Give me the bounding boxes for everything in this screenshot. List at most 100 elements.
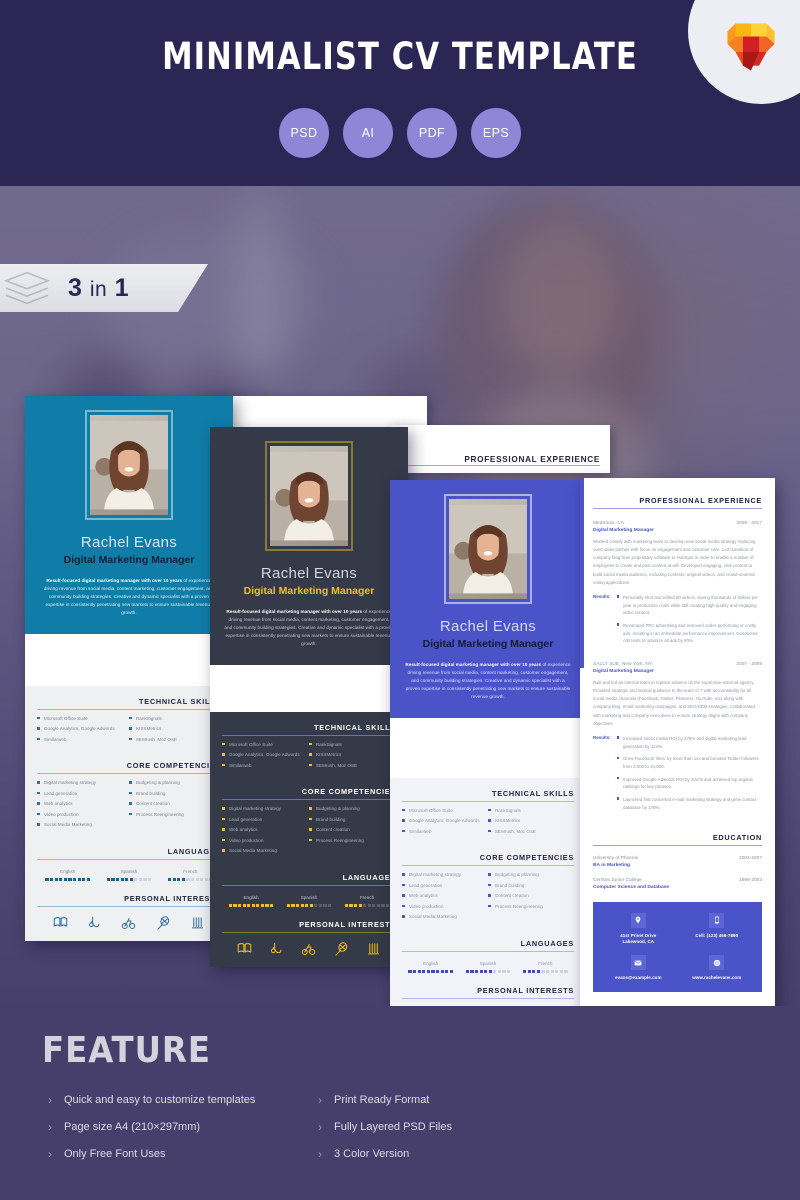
rating-dot xyxy=(413,969,417,973)
contact-phone[interactable]: Cell: (123) 456-7890 xyxy=(680,912,755,947)
list-item: Grew Facebook 'likes' by more than 1xx a… xyxy=(617,755,762,770)
language-name: French xyxy=(538,960,553,966)
cv-body-indigo: TECHNICAL SKILLS Microsoft Office Suite … xyxy=(390,777,586,1033)
section-rule xyxy=(402,865,574,867)
technical-skills-section: TECHNICAL SKILLS Microsoft Office Suite … xyxy=(390,789,586,841)
cv-summary: Result-focused digital marketing manager… xyxy=(224,608,394,648)
rating-dot xyxy=(328,903,332,907)
rating-dot xyxy=(115,877,120,881)
rating-dot xyxy=(172,877,176,881)
rating-dot xyxy=(256,903,260,907)
list-item: SEMrush, Moz OSE xyxy=(129,737,221,743)
rating-dot xyxy=(358,903,362,907)
language-item: English xyxy=(402,961,459,973)
list-item: Content creation xyxy=(129,802,221,807)
list-item: Process Reengineering xyxy=(488,904,574,910)
page-title: MINIMALIST CV TEMPLATE xyxy=(162,35,638,78)
list-item: Video production xyxy=(222,838,309,844)
rating-dot xyxy=(270,903,274,907)
cv-role: Digital Marketing Manager xyxy=(63,554,195,566)
technical-skills-left: Microsoft Office Suite Google Analytics,… xyxy=(402,808,488,841)
contact-address[interactable]: 41st Privet Drive Lakewood, CA xyxy=(601,912,676,947)
language-rating xyxy=(338,903,396,907)
technical-skills-right: RankSignals KISSMetrics SEMrush, Moz OSE xyxy=(309,742,396,775)
technical-skills-lists: Microsoft Office Suite Google Analytics,… xyxy=(37,716,221,749)
section-rule xyxy=(222,734,396,736)
list-item: Microsoft Office Suite xyxy=(402,808,488,814)
personal-interests-heading: PERSONAL INTERESTS xyxy=(477,986,574,995)
cv-card-indigo[interactable]: Rachel Evans Digital Marketing Manager R… xyxy=(390,480,586,1033)
education-degree: Computer Science and Database xyxy=(593,884,670,890)
technical-skills-heading: TECHNICAL SKILLS xyxy=(139,696,221,706)
format-badge-eps[interactable]: EPS xyxy=(471,108,521,158)
avatar-frame xyxy=(265,441,353,551)
list-item: Print Ready Format xyxy=(318,1093,588,1107)
rating-dot xyxy=(111,877,115,881)
technical-skills-heading: TECHNICAL SKILLS xyxy=(492,788,574,798)
core-competencies-heading: CORE COMPETENCIES xyxy=(479,853,574,863)
rating-dot xyxy=(186,877,190,881)
education-school: University of Phoenix xyxy=(593,855,639,861)
results-list: Increased social media ROI by 275% and d… xyxy=(617,735,762,817)
section-rule xyxy=(37,858,221,860)
core-competencies-section: CORE COMPETENCIES Digital marketing stra… xyxy=(390,853,586,926)
education-degree: BA in Marketing xyxy=(593,862,631,868)
contact-website[interactable]: www.rachelevans.com xyxy=(680,955,755,982)
list-item: Lead generation xyxy=(37,791,129,797)
core-competencies-right: Budgeting & planning Brand building Cont… xyxy=(488,873,574,926)
contact-email[interactable]: evans@example.com xyxy=(601,955,676,982)
skiing-icon xyxy=(368,943,380,955)
rating-dot xyxy=(68,877,72,881)
section-rule xyxy=(222,932,396,933)
rating-dot xyxy=(237,903,242,907)
list-item: Video production xyxy=(37,812,129,818)
rating-dot xyxy=(228,903,232,907)
rating-dot xyxy=(72,877,77,881)
cv-experience-page[interactable]: PROFESSIONAL EXPERIENCE Medtronix, CA 20… xyxy=(580,478,775,1032)
rating-dot xyxy=(177,877,181,881)
rating-dot xyxy=(54,877,58,881)
list-item: Microsoft Office Suite xyxy=(222,742,309,748)
list-item: Web analytics xyxy=(37,802,129,807)
cv-summary-bold: Result-focused digital marketing manager… xyxy=(226,609,363,614)
cv-summary: Result-focused digital marketing manager… xyxy=(39,577,219,617)
list-item: Social Media Marketing xyxy=(222,849,309,854)
rating-dot xyxy=(125,877,129,881)
rating-dot xyxy=(148,877,152,881)
rating-dot xyxy=(59,877,63,881)
experience-dates: 2009 - 2017 xyxy=(736,521,762,526)
format-badge-pdf[interactable]: PDF xyxy=(407,108,457,158)
rating-dot xyxy=(435,969,440,973)
list-item: Digital marketing strategy xyxy=(402,873,488,878)
list-item: RankSignals xyxy=(309,742,396,748)
cv-card-teal[interactable]: Rachel Evans Digital Marketing Manager R… xyxy=(25,396,233,941)
core-competencies-right: Budgeting & planning Brand building Cont… xyxy=(309,807,396,860)
results-list: Personally shot and edited 60 videos, sa… xyxy=(617,594,762,650)
rating-dot xyxy=(386,903,390,907)
cv-body-dark: TECHNICAL SKILLS Microsoft Office Suite … xyxy=(210,711,408,967)
rating-dot xyxy=(191,877,195,881)
experience-entry: SALLY SUE, New York, NY 2007 - 2009 Digi… xyxy=(593,662,762,816)
format-badge-ai[interactable]: AI xyxy=(343,108,393,158)
list-item: Similarweb xyxy=(222,763,309,769)
experience-results: Results: Increased social media ROI by 2… xyxy=(593,735,762,817)
avatar xyxy=(270,446,348,546)
rating-dot xyxy=(50,877,54,881)
section-rule xyxy=(37,906,221,907)
rating-dot xyxy=(129,877,133,881)
core-competencies-lists: Digital marketing strategy Lead generati… xyxy=(222,807,396,860)
list-item: Lead generation xyxy=(222,817,309,823)
cv-summary-bold: Result-focused digital marketing manager… xyxy=(46,578,183,583)
format-badge-psd[interactable]: PSD xyxy=(279,108,329,158)
cv-name: Rachel Evans xyxy=(439,618,537,635)
rating-dot xyxy=(168,877,172,881)
rating-dot xyxy=(286,903,290,907)
language-name: Spanish xyxy=(300,894,318,900)
rating-dot xyxy=(45,877,49,881)
list-item: Page size A4 (210×297mm) xyxy=(48,1120,318,1134)
cv-card-dark[interactable]: Rachel Evans Digital Marketing Manager R… xyxy=(210,427,408,967)
education-dates: 1999-2003 xyxy=(739,877,762,883)
poster-canvas: MINIMALIST CV TEMPLATE PSD AI PDF EPS 3 … xyxy=(0,0,800,1200)
core-competencies-lists: Digital marketing strategy Lead generati… xyxy=(37,781,221,834)
rating-dot xyxy=(247,903,251,907)
